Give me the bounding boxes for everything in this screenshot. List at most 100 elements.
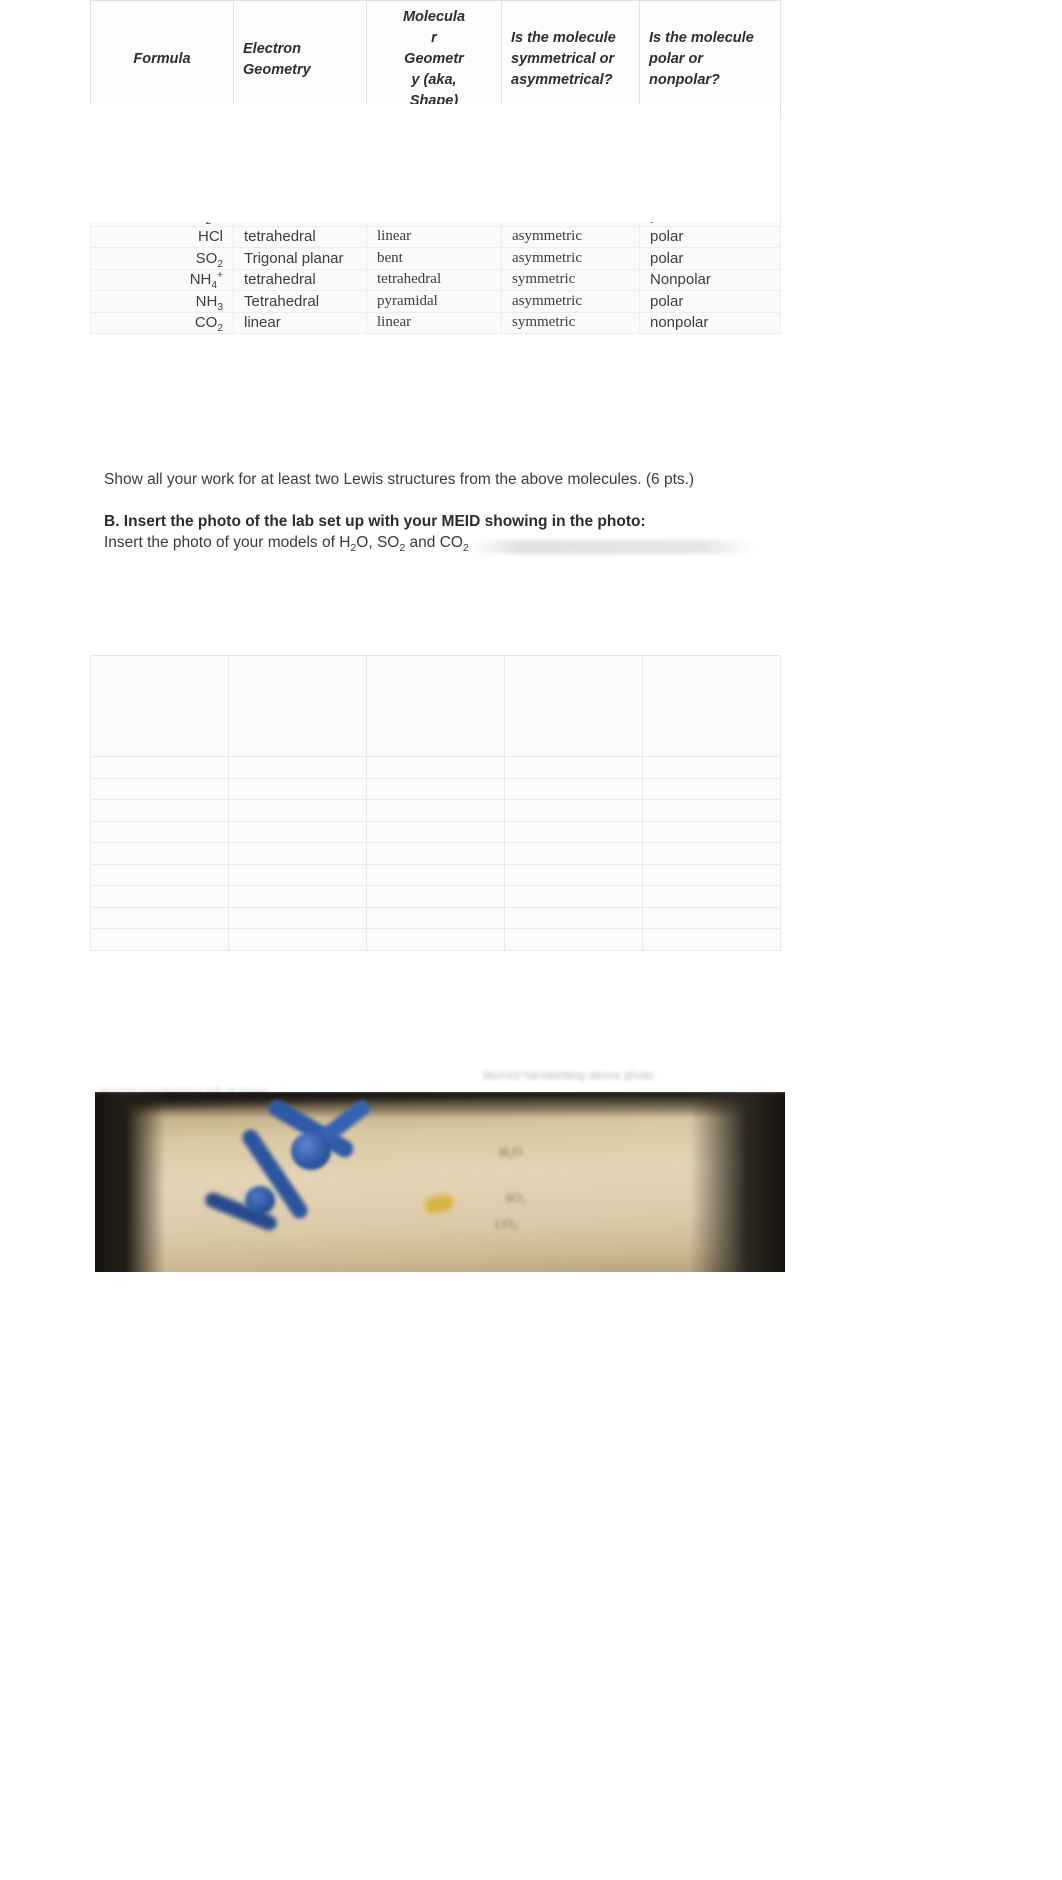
blank-table-cell[interactable] (90, 885, 229, 908)
blank-table-cell[interactable] (504, 885, 643, 908)
blank-table-cell[interactable] (228, 756, 367, 779)
column-header-electron-geometry: Electron Geometry (233, 0, 367, 120)
blank-table-cell[interactable] (228, 820, 367, 843)
table-row: SO2 Trigonal planar bent asymmetric polar (90, 247, 781, 270)
photo-handwriting-1: H₂O (498, 1143, 523, 1160)
blank-table-cell[interactable] (504, 756, 643, 779)
cell-molecular-geometry: tetrahedral (366, 268, 502, 292)
blank-table-cell[interactable] (504, 777, 643, 800)
blank-table-cell[interactable] (228, 777, 367, 800)
blank-table-row (90, 820, 781, 843)
cell-formula: HCl (90, 225, 234, 249)
blank-table-cell[interactable] (504, 863, 643, 886)
blank-table-cell[interactable] (642, 863, 781, 886)
blank-table-row (90, 777, 781, 800)
cell-polarity: polar (639, 247, 781, 270)
blank-table-cell[interactable] (366, 885, 505, 908)
blank-table-cell[interactable] (90, 756, 229, 779)
blank-table-cell[interactable] (228, 863, 367, 886)
blank-table-cell[interactable] (642, 777, 781, 800)
blank-table-cell[interactable] (642, 885, 781, 908)
blank-table-cell[interactable] (642, 842, 781, 865)
cell-formula: CO2 (90, 311, 234, 335)
table-row: NH4+ tetrahedral tetrahedral symmetric Nonpo… (90, 268, 781, 292)
blank-table-cell[interactable] (504, 928, 643, 951)
column-header-symmetry: Is the molecule symmetrical or asymmetri… (501, 0, 640, 120)
blank-table-row (90, 655, 781, 757)
blank-table-cell[interactable] (228, 885, 367, 908)
blank-table-cell[interactable] (90, 777, 229, 800)
blank-table-cell[interactable] (228, 655, 367, 757)
blank-table-cell[interactable] (504, 655, 643, 757)
blank-answer-table (90, 655, 781, 951)
photo-handwriting-2: SO₂ (504, 1189, 527, 1206)
blank-table-cell[interactable] (366, 906, 505, 929)
blank-table-cell[interactable] (90, 799, 229, 822)
blank-table-row (90, 863, 781, 886)
blank-table-cell[interactable] (228, 842, 367, 865)
insert-photo-instruction: Insert the photo of your models of H2O, … (104, 534, 469, 555)
blank-table-cell[interactable] (642, 928, 781, 951)
photo-shadow-right (690, 1092, 785, 1272)
blank-table-cell[interactable] (504, 799, 643, 822)
blank-table-cell[interactable] (366, 842, 505, 865)
blank-table-row (90, 842, 781, 865)
blank-table-cell[interactable] (366, 777, 505, 800)
cell-symmetry: symmetric (501, 311, 640, 335)
blank-table-cell[interactable] (504, 906, 643, 929)
cell-molecular-geometry: linear (366, 225, 502, 249)
blank-table-cell[interactable] (642, 655, 781, 757)
blank-table-cell[interactable] (90, 820, 229, 843)
blank-answer-table-container (90, 655, 781, 951)
blank-table-cell[interactable] (366, 756, 505, 779)
cell-polarity: polar (639, 225, 781, 249)
cell-polarity: polar (639, 290, 781, 313)
blank-table-cell[interactable] (228, 928, 367, 951)
blank-table-cell[interactable] (90, 863, 229, 886)
photo-shadow-left (95, 1092, 165, 1272)
molecular-geometry-line-3: Geometr (404, 51, 464, 68)
blank-table-body (90, 655, 781, 951)
blank-table-cell[interactable] (90, 906, 229, 929)
photo-background (95, 1092, 785, 1272)
blank-table-cell[interactable] (366, 863, 505, 886)
scan-smudge (470, 540, 755, 554)
molecular-geometry-line-1: Molecula (402, 9, 466, 25)
cell-formula: SO2 (90, 247, 234, 270)
blank-table-cell[interactable] (228, 906, 367, 929)
photo-handwriting-3: CO₂ (494, 1215, 519, 1232)
column-header-molecular-geometry: Molecula r Geometr y (aka, Shape) (366, 0, 502, 120)
symmetry-line-1: Is the molecule (511, 30, 616, 47)
table-row: HCl tetrahedral linear asymmetric polar (90, 225, 781, 249)
blank-table-cell[interactable] (366, 820, 505, 843)
table-header-row: Formula Electron Geometry Molecula r Geo… (90, 0, 781, 120)
blank-table-cell[interactable] (642, 756, 781, 779)
cell-electron-geometry: tetrahedral (233, 225, 367, 249)
blank-table-cell[interactable] (366, 928, 505, 951)
blank-table-cell[interactable] (642, 906, 781, 929)
table-row: CO2 linear linear symmetric nonpolar (90, 311, 781, 335)
section-b-heading: B. Insert the photo of the lab set up wi… (104, 513, 646, 530)
blank-table-cell[interactable] (642, 820, 781, 843)
column-header-formula-label: Formula (133, 51, 191, 68)
blank-table-cell[interactable] (642, 799, 781, 822)
blank-table-cell[interactable] (366, 655, 505, 757)
blank-table-cell[interactable] (504, 820, 643, 843)
blank-table-cell[interactable] (90, 928, 229, 951)
blank-table-cell[interactable] (90, 655, 229, 757)
photo-shadow-top (95, 1092, 785, 1118)
blank-table-cell[interactable] (228, 799, 367, 822)
cell-symmetry: asymmetric (501, 247, 640, 270)
blank-table-cell[interactable] (90, 842, 229, 865)
cell-molecular-geometry: pyramidal (366, 290, 502, 313)
cell-symmetry: asymmetric (501, 290, 640, 313)
electron-geometry-line-1: Electron (243, 40, 302, 57)
molecular-geometry-line-2: r (431, 30, 437, 47)
polarity-line-3: nonpolar? (649, 72, 720, 89)
blank-table-cell[interactable] (366, 799, 505, 822)
blank-table-cell[interactable] (504, 842, 643, 865)
cell-molecular-geometry: bent (366, 247, 502, 270)
blank-table-row (90, 799, 781, 822)
molecular-model-atom-b (245, 1186, 275, 1215)
polarity-line-2: polar or (649, 51, 703, 68)
